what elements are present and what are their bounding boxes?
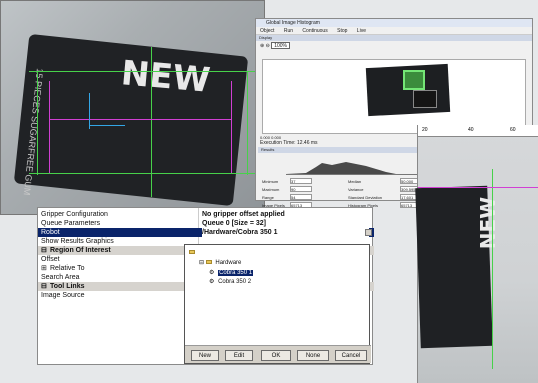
roi-line [151, 47, 152, 197]
roi-line [37, 71, 38, 175]
property-value: Queue 0 [Size = 32] [202, 220, 266, 227]
new-button[interactable]: New [191, 350, 219, 361]
window-title: Global Image Histogram [256, 19, 532, 27]
property-key: Queue Parameters [41, 220, 101, 227]
execution-time-value: 12.46 ms [296, 140, 318, 146]
stat-value: 54 [290, 194, 312, 200]
package-text-new: NEW [119, 53, 212, 101]
continuous-button[interactable]: Continuous [302, 28, 327, 34]
stat-minimum: Minimum 37 [262, 178, 312, 184]
expand-icon[interactable]: ⊟ [41, 246, 47, 255]
roi-line [29, 173, 259, 174]
toolbar: Object Run Continuous Stop Live [256, 27, 532, 35]
robot-icon: ⚙ [209, 270, 215, 276]
ruler-label: 20 [422, 127, 428, 133]
property-value: No gripper offset applied [202, 211, 285, 218]
stat-label: Minimum [262, 179, 279, 184]
ruler-label: 60 [510, 127, 516, 133]
robot-selector-popup: ⊟ Hardware ⚙ Cobra 350 1 ⚙ Cobra 350 2 N… [184, 244, 371, 364]
roi-line [247, 71, 248, 175]
robot-icon: ⚙ [209, 279, 215, 285]
expand-icon[interactable]: ⊟ [41, 282, 47, 291]
camera-image-right: 20 40 60 NEW [415, 125, 538, 383]
stat-label: Standard Deviation [348, 195, 383, 200]
section-label: Tool Links [50, 283, 85, 290]
run-button[interactable]: Run [284, 28, 293, 34]
axis-x-arrow [89, 125, 125, 126]
dropdown-arrow-icon[interactable] [365, 229, 372, 236]
tree-item-cobra-1[interactable]: ⚙ Cobra 350 1 [209, 269, 254, 277]
menu-object[interactable]: Object [260, 28, 274, 34]
folder-icon [205, 260, 212, 265]
property-key: Robot [41, 229, 60, 236]
camera-image-left: NEW 15 PIECES SUGARFREE GUM [0, 0, 265, 215]
stat-label: Range [262, 195, 274, 200]
tree-label: Cobra 350 2 [218, 279, 252, 285]
property-row[interactable]: Queue Parameters Queue 0 [Size = 32] [38, 219, 374, 228]
tree-label: Hardware [215, 260, 242, 266]
cancel-button[interactable]: Cancel [335, 350, 367, 361]
zoom-in-icon[interactable]: ⊕ [260, 43, 264, 49]
roi-box [403, 70, 425, 90]
property-row[interactable]: Gripper Configuration No gripper offset … [38, 210, 374, 219]
image-display [262, 59, 526, 134]
roi-line [231, 81, 232, 173]
stat-label: Variance [348, 187, 364, 192]
expand-icon[interactable]: ⊞ [41, 264, 47, 273]
property-key: Search Area [41, 274, 80, 281]
stat-maximum: Maximum 90 [262, 186, 312, 192]
section-label: Region Of Interest [50, 247, 111, 254]
property-row-robot[interactable]: Robot /Hardware/Cobra 350 1 [38, 228, 374, 237]
package-text-new: NEW [476, 196, 501, 250]
roi-line [49, 81, 50, 173]
property-key: Offset [41, 256, 60, 263]
stat-median: Median 50.000 [348, 178, 422, 184]
none-button[interactable]: None [297, 350, 329, 361]
object-box [413, 90, 437, 108]
display-tools: ⊕ ⊖ 100% [256, 41, 532, 51]
live-button[interactable]: Live [357, 28, 366, 34]
stat-value: 37 [290, 178, 312, 184]
stat-std-dev: Standard Deviation 17.601 [348, 194, 422, 200]
roi-line [29, 71, 259, 72]
tree-label: Cobra 350 1 [218, 270, 254, 276]
stat-label: Maximum [262, 187, 280, 192]
collapse-icon[interactable]: ⊟ [199, 260, 204, 266]
stat-range: Range 54 [262, 194, 312, 200]
popup-button-bar: New Edit OK None Cancel [185, 345, 371, 363]
ok-button[interactable]: OK [261, 350, 291, 361]
roi-line [49, 119, 231, 120]
stat-variance: Variance 309.595 [348, 186, 422, 192]
property-key: Show Results Graphics [41, 238, 114, 245]
robot-select[interactable]: /Hardware/Cobra 350 1 [202, 228, 369, 237]
ruler-label: 40 [468, 127, 474, 133]
ruler: 20 40 60 [418, 125, 538, 137]
tree-item-cobra-2[interactable]: ⚙ Cobra 350 2 [209, 278, 251, 286]
edit-button[interactable]: Edit [225, 350, 253, 361]
roi-line [418, 187, 538, 188]
stat-value: 90 [290, 186, 312, 192]
zoom-out-icon[interactable]: ⊖ [266, 43, 270, 49]
stop-button[interactable]: Stop [337, 28, 347, 34]
roi-line [492, 169, 493, 369]
stat-label: Median [348, 179, 362, 184]
tree-item-hardware[interactable]: ⊟ Hardware [199, 259, 241, 267]
execution-time-label: Execution Time: [260, 140, 296, 146]
property-key: Relative To [50, 265, 85, 272]
property-key: Image Source [41, 292, 85, 299]
folder-icon [189, 249, 197, 256]
axis-y-arrow [89, 93, 90, 129]
property-key: Gripper Configuration [41, 211, 108, 218]
zoom-select[interactable]: 100% [271, 42, 290, 49]
execution-time: Execution Time: 12.46 ms [260, 140, 318, 146]
properties-panel: Gripper Configuration No gripper offset … [37, 207, 374, 365]
